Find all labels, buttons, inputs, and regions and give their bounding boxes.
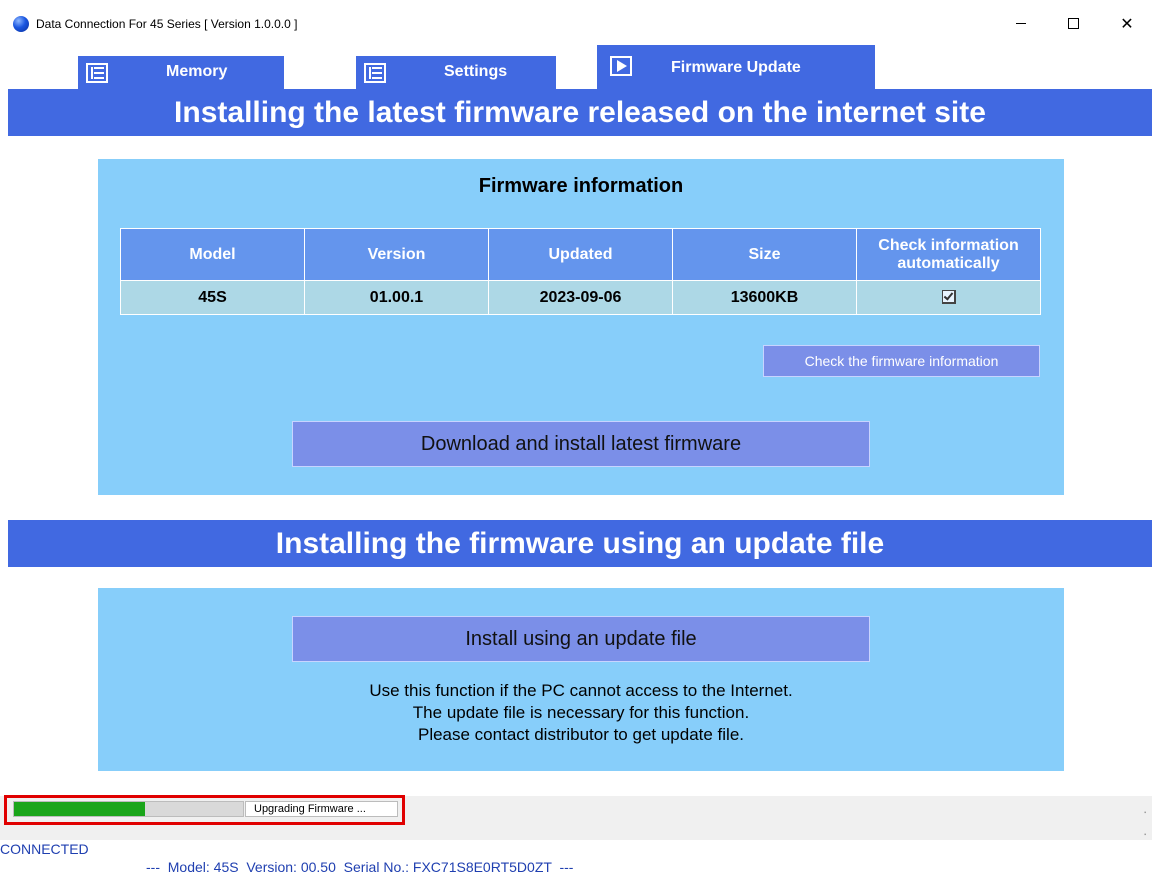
play-icon [610, 56, 632, 76]
install-update-file-button[interactable]: Install using an update file [292, 616, 870, 662]
online-panel: Firmware information Model Version Updat… [98, 159, 1064, 495]
maximize-icon [1067, 17, 1079, 29]
list-icon [364, 63, 386, 83]
connection-status: CONNECTED [0, 841, 89, 857]
status-line: CONNECTED --- Model: 45S Version: 00.50 … [0, 822, 1152, 875]
progress-label: Upgrading Firmware ... [245, 801, 398, 817]
list-icon [86, 63, 108, 83]
firmware-info-table: Model Version Updated Size Check informa… [120, 228, 1041, 315]
column-header-updated: Updated [488, 228, 673, 281]
file-section-header: Installing the firmware using an update … [8, 520, 1152, 567]
cell-updated: 2023-09-06 [488, 280, 673, 315]
tab-firmware-update[interactable]: Firmware Update [597, 45, 875, 89]
note-line: Please contact distributor to get update… [417, 725, 745, 744]
firmware-info-title: Firmware information [478, 175, 684, 197]
app-globe-icon [13, 16, 29, 32]
minimize-icon [1016, 22, 1026, 24]
column-header-version: Version [304, 228, 489, 281]
column-header-model: Model [120, 228, 305, 281]
table-row: 45S 01.00.1 2023-09-06 13600KB [120, 280, 1041, 315]
note-line: Use this function if the PC cannot acces… [369, 681, 793, 700]
close-icon: ✕ [1120, 13, 1134, 33]
check-firmware-info-button[interactable]: Check the firmware information [763, 345, 1040, 377]
minimize-button[interactable] [998, 8, 1044, 38]
cell-version: 01.00.1 [304, 280, 489, 315]
maximize-button[interactable] [1050, 8, 1096, 38]
table-header-row: Model Version Updated Size Check informa… [120, 228, 1041, 281]
close-button[interactable]: ✕ [1104, 8, 1150, 38]
progress-fill [14, 802, 145, 816]
column-header-check-auto: Check information automatically [856, 228, 1041, 281]
tab-settings-label: Settings [444, 63, 508, 80]
cell-size: 13600KB [672, 280, 857, 315]
cell-check-auto [856, 280, 1041, 315]
tab-memory-label: Memory [166, 63, 228, 80]
column-header-size: Size [672, 228, 857, 281]
download-install-button[interactable]: Download and install latest firmware [292, 421, 870, 467]
resize-grip-icon: ⠠ [1140, 806, 1148, 817]
tab-firmware-update-label: Firmware Update [671, 59, 801, 76]
progress-bar [13, 801, 244, 817]
tab-memory[interactable]: Memory [78, 56, 284, 89]
device-info: --- Model: 45S Version: 00.50 Serial No.… [146, 859, 574, 875]
window-title: Data Connection For 45 Series [ Version … [36, 17, 298, 31]
tab-settings[interactable]: Settings [356, 56, 556, 89]
online-section-header: Installing the latest firmware released … [8, 89, 1152, 136]
check-auto-checkbox[interactable] [941, 290, 956, 305]
resize-grip-icon[interactable]: ⠠ [1140, 828, 1148, 839]
cell-model: 45S [120, 280, 305, 315]
progress-highlight: Upgrading Firmware ... [4, 795, 405, 825]
note-line: The update file is necessary for this fu… [412, 703, 750, 722]
file-panel: Install using an update file Use this fu… [98, 588, 1064, 771]
